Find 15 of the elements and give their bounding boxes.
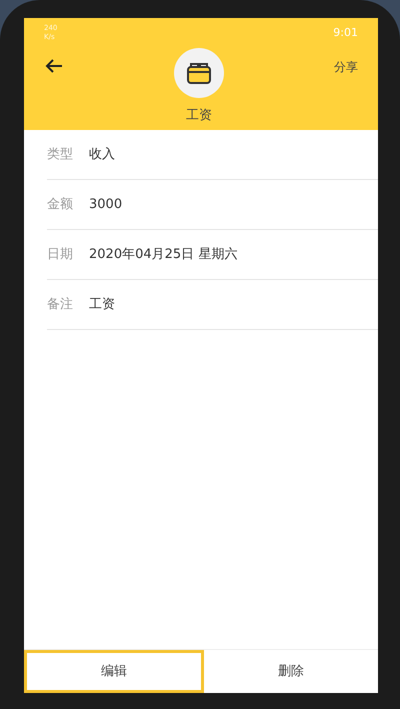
field-value: 收入 <box>89 146 115 164</box>
field-value: 工资 <box>89 296 115 314</box>
share-button[interactable]: 分享 <box>334 58 358 76</box>
category-title: 工资 <box>186 107 212 125</box>
action-button[interactable]: 删除 <box>204 650 378 693</box>
wallet-icon <box>186 61 212 85</box>
field-label: 类型 <box>47 146 74 164</box>
field-value: 3000 <box>89 196 122 214</box>
action-button[interactable]: 编辑 <box>24 650 204 693</box>
field-value: 2020年04月25日 星期六 <box>89 246 238 264</box>
back-arrow-icon[interactable] <box>44 58 64 74</box>
field-label: 金额 <box>47 196 74 214</box>
status-time: 9:01 <box>333 24 358 41</box>
field-label: 备注 <box>47 296 74 314</box>
field-label: 日期 <box>47 246 74 264</box>
